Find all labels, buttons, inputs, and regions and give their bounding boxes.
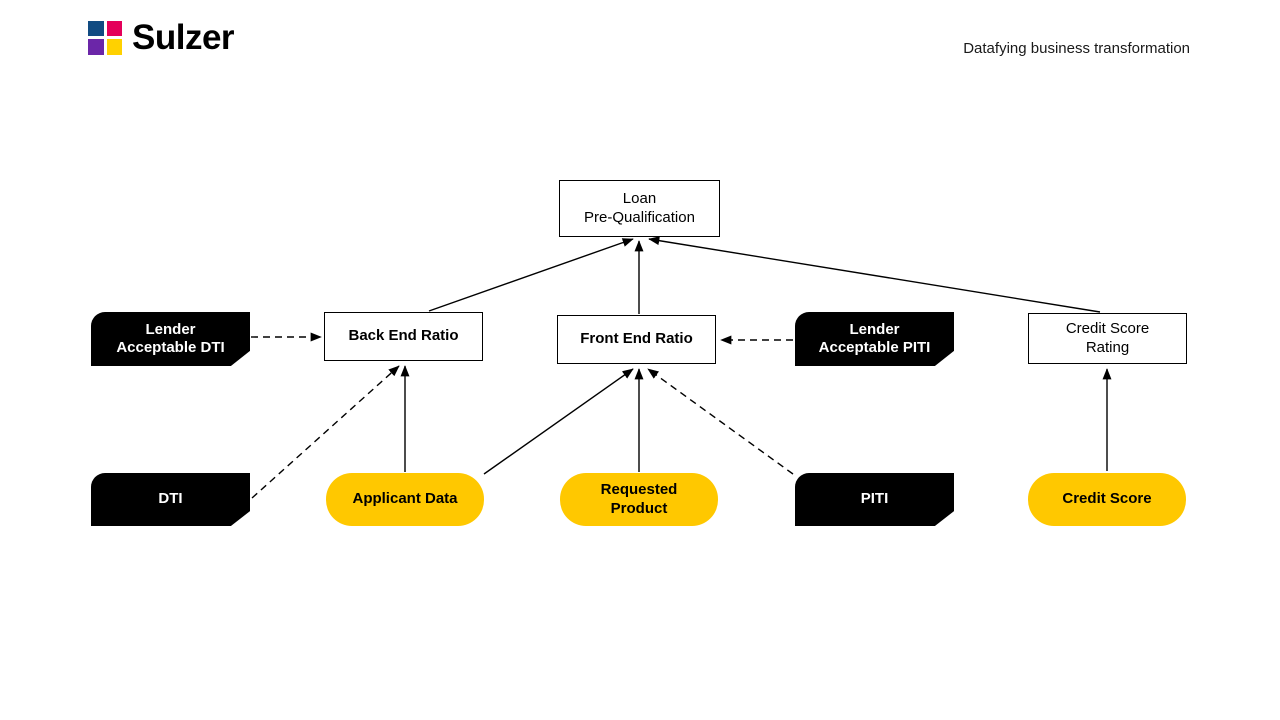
node-lender_dti[interactable]: Lender Acceptable DTI	[91, 312, 250, 366]
node-dti-label: DTI	[158, 490, 183, 508]
node-back_ratio-label: Back End Ratio	[348, 327, 459, 345]
node-credit[interactable]: Credit Score	[1028, 473, 1186, 526]
node-applicant-label: Applicant Data	[352, 490, 458, 508]
node-loan-label: Loan Pre-Qualification	[584, 190, 695, 226]
node-lender_dti-label: Lender Acceptable DTI	[116, 320, 225, 356]
node-lender_piti-label: Lender Acceptable PITI	[818, 320, 931, 356]
slide-canvas: Sulzer Datafying business transformation…	[0, 0, 1280, 720]
node-credit_rate[interactable]: Credit Score Rating	[1028, 313, 1187, 364]
node-piti-label: PITI	[860, 490, 889, 508]
edge-credit_rate-to-loan	[648, 236, 1101, 313]
node-front_ratio[interactable]: Front End Ratio	[557, 315, 716, 364]
node-front_ratio-label: Front End Ratio	[580, 330, 693, 348]
edge-back_ratio-to-loan	[428, 238, 634, 312]
node-credit_rate-label: Credit Score Rating	[1065, 320, 1150, 356]
node-back_ratio[interactable]: Back End Ratio	[324, 312, 483, 361]
node-applicant[interactable]: Applicant Data	[326, 473, 484, 526]
node-piti[interactable]: PITI	[795, 473, 954, 526]
node-requested-label: Requested Product	[600, 481, 678, 517]
node-credit-label: Credit Score	[1062, 490, 1152, 508]
node-lender_piti[interactable]: Lender Acceptable PITI	[795, 312, 954, 366]
flow-diagram: Loan Pre-Qualification Back End Ratio Fron…	[0, 0, 1280, 720]
node-requested[interactable]: Requested Product	[560, 473, 718, 526]
node-dti[interactable]: DTI	[91, 473, 250, 526]
edge-applicant-to-front_ratio	[483, 368, 634, 475]
node-loan[interactable]: Loan Pre-Qualification	[559, 180, 720, 237]
edge-piti-to-front_ratio	[647, 368, 794, 475]
